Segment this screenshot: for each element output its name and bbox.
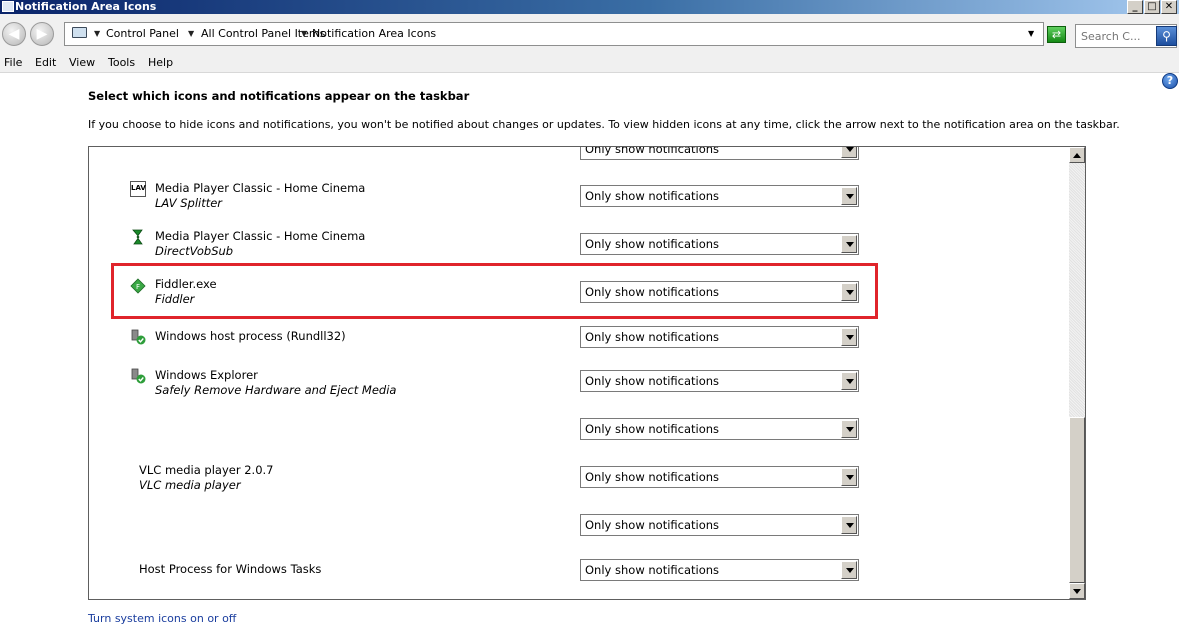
menu-edit[interactable]: Edit <box>35 54 56 72</box>
system-icons-link[interactable]: Turn system icons on or off <box>88 612 236 625</box>
scrollbar-thumb[interactable] <box>1069 417 1085 583</box>
directvobsub-icon <box>130 229 146 245</box>
chevron-down-icon[interactable] <box>841 235 857 253</box>
help-icon[interactable]: ? <box>1162 73 1178 89</box>
behavior-select[interactable]: Only show notifications <box>580 559 859 581</box>
chevron-down-icon[interactable]: ▼ <box>94 23 100 45</box>
address-bar[interactable]: ▼ Control Panel ▼ All Control Panel Item… <box>64 22 1044 46</box>
chevron-down-icon[interactable] <box>841 372 857 390</box>
chevron-down-icon[interactable]: ▼ <box>301 23 307 45</box>
chevron-down-icon[interactable] <box>841 516 857 534</box>
chevron-down-icon[interactable]: ▼ <box>188 23 194 45</box>
chevron-down-icon[interactable] <box>841 328 857 346</box>
behavior-select[interactable]: Only show notifications <box>580 466 859 488</box>
menu-file[interactable]: File <box>4 54 22 72</box>
menu-bar: File Edit View Tools Help <box>0 54 1179 73</box>
usb-device-icon <box>130 368 146 384</box>
scroll-down-button[interactable] <box>1069 583 1085 599</box>
forward-button[interactable]: ▶ <box>30 22 54 46</box>
behavior-select[interactable]: Only show notifications <box>580 147 859 160</box>
title-bar[interactable] <box>0 0 1179 14</box>
behavior-select[interactable]: Only show notifications <box>580 514 859 536</box>
back-button[interactable]: ◀ <box>2 22 26 46</box>
behavior-select[interactable]: Only show notifications <box>580 185 859 207</box>
behavior-select[interactable]: Only show notifications <box>580 233 859 255</box>
menu-help[interactable]: Help <box>148 54 173 72</box>
chevron-down-icon[interactable] <box>841 561 857 579</box>
chevron-down-icon[interactable] <box>841 147 857 158</box>
usb-device-icon <box>130 329 146 345</box>
refresh-button[interactable]: ⇄ <box>1047 26 1066 43</box>
chevron-down-icon[interactable] <box>841 187 857 205</box>
icons-list[interactable]: Only show notifications LAV Media Player… <box>88 146 1086 600</box>
behavior-select[interactable]: Only show notifications <box>580 326 859 348</box>
breadcrumb-control-panel[interactable]: Control Panel <box>106 23 179 45</box>
control-panel-icon <box>72 27 87 38</box>
address-toolbar: ◀ ▶ ▼ Control Panel ▼ All Control Panel … <box>0 14 1179 54</box>
maximize-button[interactable]: □ <box>1144 0 1160 14</box>
window-title: Notification Area Icons <box>15 0 157 13</box>
scroll-up-button[interactable] <box>1069 147 1085 163</box>
breadcrumb-notification-area-icons[interactable]: Notification Area Icons <box>312 23 436 45</box>
chevron-down-icon[interactable] <box>841 420 857 438</box>
highlight-annotation <box>111 263 878 319</box>
vertical-scrollbar[interactable] <box>1069 147 1085 599</box>
page-description: If you choose to hide icons and notifica… <box>88 118 1120 131</box>
behavior-select[interactable]: Only show notifications <box>580 370 859 392</box>
behavior-select[interactable]: Only show notifications <box>580 418 859 440</box>
minimize-button[interactable]: _ <box>1127 0 1143 14</box>
close-button[interactable]: ✕ <box>1161 0 1177 14</box>
lav-splitter-icon: LAV <box>130 181 146 197</box>
chevron-down-icon[interactable] <box>841 468 857 486</box>
menu-tools[interactable]: Tools <box>108 54 135 72</box>
address-dropdown-icon[interactable]: ▼ <box>1028 23 1034 45</box>
page-heading: Select which icons and notifications app… <box>88 89 470 103</box>
search-icon[interactable]: ⚲ <box>1156 26 1177 46</box>
menu-view[interactable]: View <box>69 54 95 72</box>
window-icon <box>2 1 14 12</box>
